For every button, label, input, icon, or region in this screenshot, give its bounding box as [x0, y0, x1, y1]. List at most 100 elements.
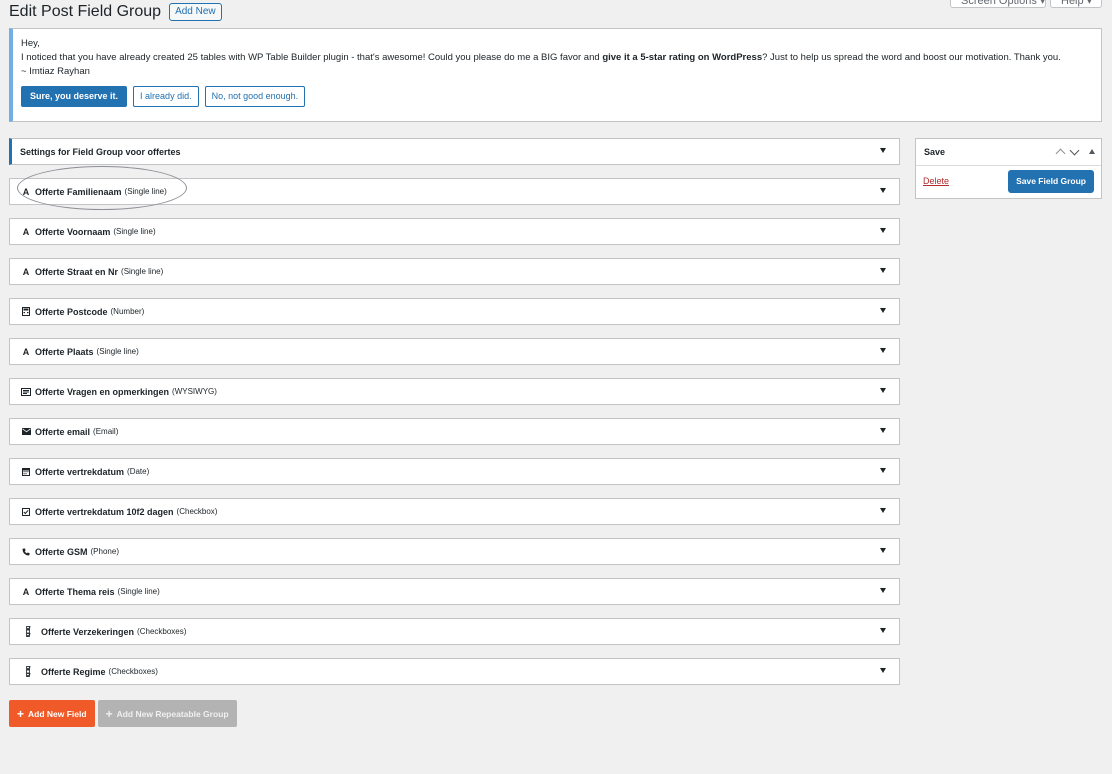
caret-down-icon[interactable] [880, 548, 886, 553]
calculator-icon [21, 307, 31, 317]
calendar-icon [21, 467, 31, 477]
field-type: (Single line) [121, 267, 164, 276]
field-name: Offerte vertrekdatum [35, 466, 125, 477]
field-name: Offerte Postcode [35, 306, 108, 317]
plus-icon: + [17, 706, 25, 721]
field-type: (Checkboxes) [137, 627, 187, 636]
field-type: (Single line) [113, 227, 156, 236]
notice-buttons: Sure, you deserve it. I already did. No,… [21, 86, 1093, 107]
caret-down-icon[interactable] [880, 228, 886, 233]
delete-link[interactable]: Delete [923, 176, 949, 186]
field-name: Offerte Voornaam [35, 226, 111, 237]
field-name: Offerte Verzekeringen [41, 626, 135, 637]
caret-down-icon[interactable] [880, 428, 886, 433]
field-row[interactable]: Offerte Verzekeringen (Checkboxes) [9, 618, 900, 645]
field-type: (WYSIWYG) [172, 387, 217, 396]
field-row[interactable]: A Offerte Plaats (Single line) [9, 338, 900, 365]
field-row[interactable]: Offerte vertrekdatum (Date) [9, 458, 900, 485]
field-name: Offerte GSM [35, 546, 88, 557]
notice-message: I noticed that you have already created … [21, 51, 1093, 65]
field-type: (Single line) [124, 187, 167, 196]
caret-down-icon[interactable] [880, 628, 886, 633]
caret-down-icon[interactable] [880, 508, 886, 513]
save-box: Save Delete Save Field Group [915, 138, 1102, 199]
notice-message-bold: give it a 5-star rating on WordPress [602, 52, 763, 63]
text-a-icon: A [22, 266, 30, 277]
chevron-down-icon[interactable] [1069, 145, 1080, 156]
screen-options-tab[interactable]: Screen Options ▾ [950, 0, 1046, 8]
caret-down-icon[interactable] [880, 388, 886, 393]
add-actions: + Add New Field + Add New Repeatable Gro… [9, 700, 237, 727]
field-row[interactable]: A Offerte Familienaam (Single line) [9, 166, 900, 210]
notice-greeting: Hey, [21, 38, 40, 49]
screen-meta-tabs: Screen Options ▾ Help ▾ [950, 0, 1102, 8]
caret-down-icon[interactable] [880, 148, 886, 153]
settings-row[interactable]: Settings for Field Group voor offertes [9, 138, 900, 165]
notice-message-start: I noticed that you have already created … [21, 52, 603, 63]
collapse-toggle-icon[interactable] [1089, 149, 1095, 154]
caret-down-icon[interactable] [880, 348, 886, 353]
field-row[interactable]: Offerte email (Email) [9, 418, 900, 445]
field-row[interactable]: Offerte Vragen en opmerkingen (WYSIWYG) [9, 378, 900, 405]
notice-signature: ~ Imtiaz Rayhan [21, 66, 90, 77]
checkbox-icon [21, 507, 31, 517]
field-row[interactable]: Offerte GSM (Phone) [9, 538, 900, 565]
checkboxes-icon [22, 626, 36, 637]
field-name: Offerte email [35, 426, 91, 437]
envelope-icon [21, 427, 31, 437]
page-title: Edit Post Field Group [9, 3, 162, 20]
rating-notice: Hey, I noticed that you have already cre… [9, 28, 1102, 122]
add-new-button[interactable]: Add New [169, 3, 222, 21]
chevron-up-icon[interactable] [1055, 148, 1066, 159]
field-row[interactable]: A Offerte Thema reis (Single line) [9, 578, 900, 605]
add-new-field-button[interactable]: + Add New Field [9, 700, 95, 727]
field-type: (Number) [110, 307, 145, 316]
field-row[interactable]: A Offerte Voornaam (Single line) [9, 218, 900, 245]
field-type: (Checkbox) [176, 507, 218, 516]
text-a-icon: A [22, 586, 30, 597]
field-row[interactable]: Offerte vertrekdatum 10f2 dagen (Checkbo… [9, 498, 900, 525]
caret-down-icon[interactable] [880, 268, 886, 273]
title-row: Edit Post Field Group Add New [9, 3, 222, 21]
field-row[interactable]: Offerte Postcode (Number) [9, 298, 900, 325]
caret-down-icon[interactable] [880, 668, 886, 673]
field-type: (Checkboxes) [108, 667, 158, 676]
field-type: (Email) [93, 427, 119, 436]
save-box-body: Delete Save Field Group [916, 166, 1101, 193]
caret-down-icon[interactable] [880, 308, 886, 313]
rate-yes-button[interactable]: Sure, you deserve it. [21, 86, 128, 107]
help-tab[interactable]: Help ▾ [1050, 0, 1102, 8]
field-row[interactable]: Offerte Regime (Checkboxes) [9, 658, 900, 685]
caret-down-icon[interactable] [880, 188, 886, 193]
field-name: Offerte Familienaam [35, 186, 122, 197]
caret-down-icon[interactable] [880, 588, 886, 593]
field-type: (Date) [127, 467, 150, 476]
field-name: Offerte Plaats [35, 346, 94, 357]
add-new-field-label: Add New Field [28, 708, 87, 719]
field-type: (Phone) [90, 547, 119, 556]
save-box-header: Save [916, 139, 1101, 166]
field-name: Offerte Regime [41, 666, 106, 677]
field-row[interactable]: A Offerte Straat en Nr (Single line) [9, 258, 900, 285]
field-name: Offerte Straat en Nr [35, 266, 119, 277]
save-box-controls [1055, 145, 1095, 159]
add-repeatable-group-button[interactable]: + Add New Repeatable Group [97, 700, 237, 727]
plus-icon: + [105, 706, 113, 721]
rate-no-button[interactable]: No, not good enough. [204, 86, 306, 107]
phone-icon [21, 547, 31, 557]
settings-label: Settings for Field Group voor offertes [20, 146, 181, 157]
save-field-group-button[interactable]: Save Field Group [1008, 170, 1094, 193]
field-name: Offerte vertrekdatum 10f2 dagen [35, 506, 174, 517]
editor-icon [21, 387, 31, 397]
text-a-icon: A [22, 346, 30, 357]
save-box-title: Save [924, 147, 946, 157]
field-type: (Single line) [117, 587, 160, 596]
rate-already-button[interactable]: I already did. [133, 86, 199, 107]
add-repeatable-group-label: Add New Repeatable Group [116, 708, 229, 719]
field-name: Offerte Vragen en opmerkingen [35, 386, 170, 397]
caret-down-icon[interactable] [880, 468, 886, 473]
field-name: Offerte Thema reis [35, 586, 115, 597]
checkboxes-icon [22, 666, 36, 677]
field-type: (Single line) [96, 347, 139, 356]
notice-message-end: ? Just to help us spread the word and bo… [762, 52, 1061, 63]
